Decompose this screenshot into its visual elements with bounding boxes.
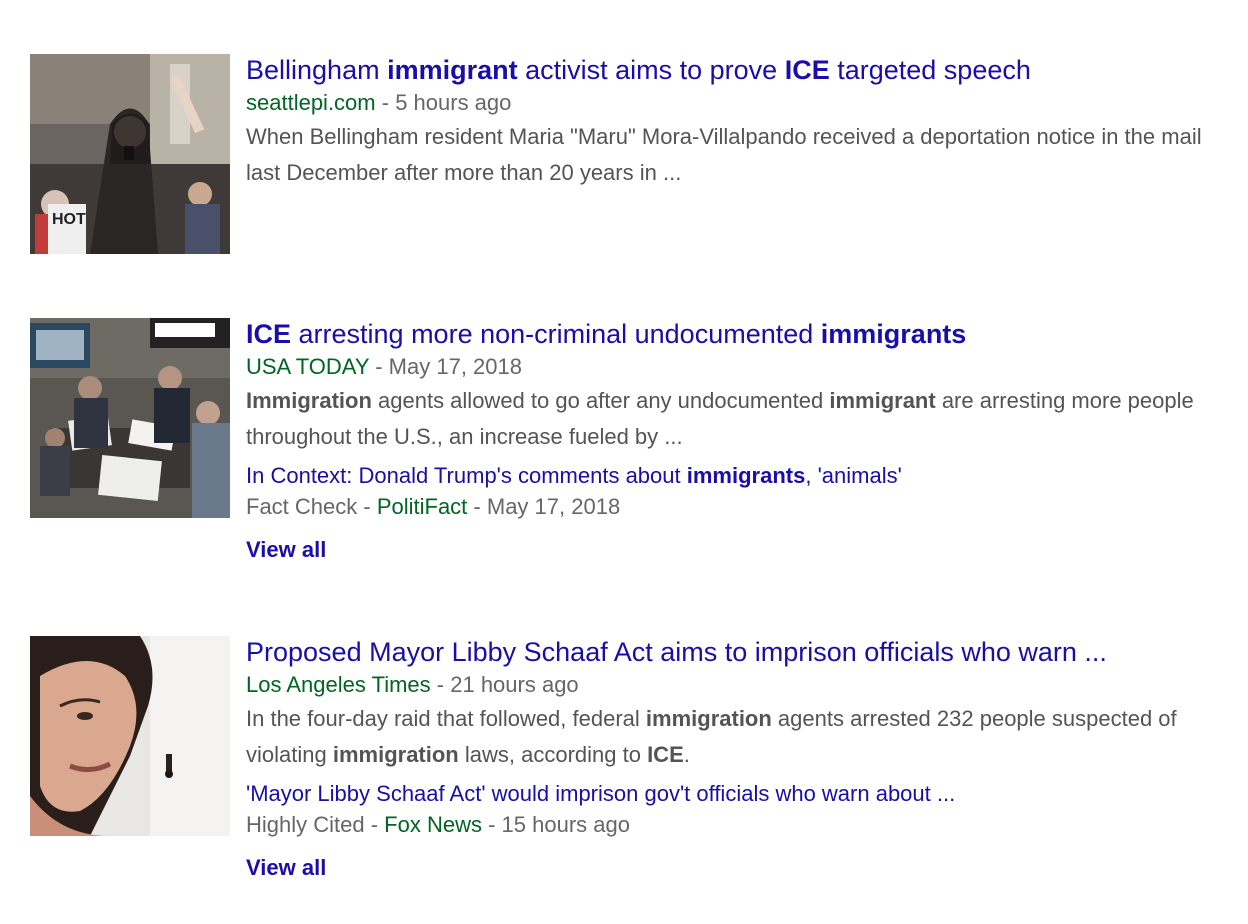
view-all-link[interactable]: View all bbox=[246, 853, 326, 883]
result-snippet: Immigration agents allowed to go after a… bbox=[246, 388, 1194, 449]
timestamp: May 17, 2018 bbox=[486, 494, 621, 519]
result-title-link[interactable]: ICE arresting more non-criminal undocume… bbox=[246, 317, 1231, 351]
airport-arrivals-photo-icon bbox=[30, 318, 230, 518]
result-body: Bellingham immigrant activist aims to pr… bbox=[246, 54, 1231, 191]
related-label: Fact Check bbox=[246, 494, 358, 519]
source-name: PolitiFact bbox=[376, 494, 468, 519]
result-body: Proposed Mayor Libby Schaaf Act aims to … bbox=[246, 636, 1231, 883]
result-snippet: When Bellingham resident Maria "Maru" Mo… bbox=[246, 124, 1202, 185]
result-thumbnail[interactable] bbox=[30, 636, 230, 836]
source-name: USA TODAY bbox=[246, 354, 370, 379]
result-meta: USA TODAY - May 17, 2018 bbox=[246, 354, 522, 379]
source-name: Los Angeles Times bbox=[246, 672, 431, 697]
result-title-link[interactable]: Proposed Mayor Libby Schaaf Act aims to … bbox=[246, 635, 1231, 669]
protester-photo-icon: HOT bbox=[30, 54, 230, 254]
result-body: ICE arresting more non-criminal undocume… bbox=[246, 318, 1231, 565]
svg-text:HOT: HOT bbox=[52, 211, 86, 228]
related-article-link[interactable]: In Context: Donald Trump's comments abou… bbox=[246, 461, 1231, 491]
source-name: Fox News bbox=[384, 812, 482, 837]
view-all-link[interactable]: View all bbox=[246, 535, 326, 565]
related-label: Highly Cited bbox=[246, 812, 365, 837]
result-snippet: In the four-day raid that followed, fede… bbox=[246, 706, 1177, 767]
result-meta: Los Angeles Times - 21 hours ago bbox=[246, 672, 579, 697]
timestamp: 21 hours ago bbox=[450, 672, 579, 697]
timestamp: 5 hours ago bbox=[395, 90, 512, 115]
result-thumbnail[interactable] bbox=[30, 318, 230, 518]
result-title-link[interactable]: Bellingham immigrant activist aims to pr… bbox=[246, 53, 1231, 87]
source-name: seattlepi.com bbox=[246, 90, 376, 115]
related-meta: Highly Cited - Fox News - 15 hours ago bbox=[246, 812, 630, 837]
timestamp: 15 hours ago bbox=[501, 812, 630, 837]
woman-portrait-photo-icon bbox=[30, 636, 230, 836]
result-meta: seattlepi.com - 5 hours ago bbox=[246, 90, 512, 115]
timestamp: May 17, 2018 bbox=[388, 354, 522, 379]
related-meta: Fact Check - PolitiFact - May 17, 2018 bbox=[246, 494, 621, 519]
related-article-link[interactable]: 'Mayor Libby Schaaf Act' would imprison … bbox=[246, 779, 1231, 809]
result-thumbnail[interactable]: HOT bbox=[30, 54, 230, 254]
